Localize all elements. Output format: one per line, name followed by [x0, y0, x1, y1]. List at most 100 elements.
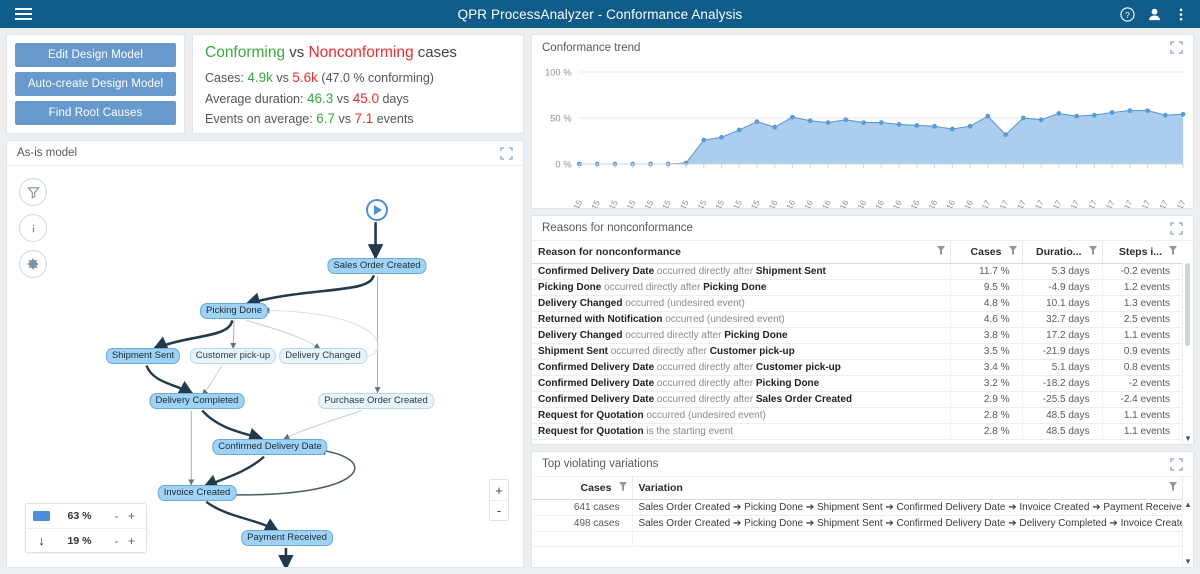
filter-icon[interactable]: [1088, 245, 1097, 258]
duration-unit: days: [382, 91, 409, 106]
table-row[interactable]: 641 cases Sales Order Created ➔ Picking D…: [532, 499, 1193, 516]
cell-steps: 2.5 events: [1102, 311, 1182, 328]
legend-edge-minus-button[interactable]: -: [109, 534, 124, 548]
column-header-variation[interactable]: Variation: [632, 477, 1183, 500]
conformance-summary-panel: Conforming vs Nonconforming cases Cases:…: [192, 34, 524, 134]
hamburger-icon[interactable]: [0, 8, 46, 20]
start-node[interactable]: [366, 199, 388, 221]
reasons-table-wrapper: Reason for nonconformance Cases Duratio.…: [532, 241, 1193, 444]
expand-icon[interactable]: [1170, 457, 1183, 471]
cases-label: Cases:: [205, 71, 244, 85]
cell-duration: 48.5 days: [1022, 407, 1103, 424]
scroll-up-arrow-icon[interactable]: ▲: [1184, 500, 1192, 509]
filter-icon[interactable]: [1168, 481, 1177, 494]
node-delivery-completed[interactable]: Delivery Completed: [149, 393, 245, 409]
conformance-trend-plot[interactable]: 0 %50 %100 %02/201503/201504/201505/2015…: [532, 60, 1193, 208]
column-header-duration[interactable]: Duratio...: [1022, 241, 1103, 264]
auto-create-design-model-button[interactable]: Auto-create Design Model: [15, 72, 176, 96]
variations-scrollbar[interactable]: ▲ ▼: [1182, 499, 1193, 567]
column-label-cases: Cases: [970, 245, 1002, 258]
help-circle-icon[interactable]: ?: [1119, 6, 1135, 22]
node-sales-order-created[interactable]: Sales Order Created: [327, 258, 427, 274]
node-shipment-sent[interactable]: Shipment Sent: [105, 348, 181, 364]
scroll-thumb[interactable]: [1185, 263, 1190, 347]
zoom-out-button[interactable]: -: [490, 500, 508, 520]
cell-var-cases: 641 cases: [532, 499, 633, 516]
cell-cases: 3.5 %: [950, 343, 1023, 360]
column-header-reason[interactable]: Reason for nonconformance: [532, 241, 951, 264]
table-row[interactable]: Request for Quotation is the starting ev…: [532, 423, 1193, 440]
node-customer-pick-up[interactable]: Customer pick-up: [189, 348, 277, 364]
cell-steps: -2.4 events: [1102, 391, 1182, 408]
reasons-scrollbar[interactable]: ▲ ▼: [1182, 263, 1193, 444]
filter-icon[interactable]: [936, 245, 945, 258]
table-row[interactable]: Delivery Changed occurred directly after…: [532, 327, 1193, 344]
node-purchase-order-created[interactable]: Purchase Order Created: [318, 393, 434, 409]
cell-reason: Confirmed Delivery Date occurred directl…: [532, 375, 951, 392]
model-tool-strip: [19, 178, 47, 278]
column-header-var-cases[interactable]: Cases: [532, 477, 633, 500]
events-label: Events on average:: [205, 112, 313, 126]
info-icon[interactable]: [19, 214, 47, 242]
cell-steps: 1.1 events: [1102, 327, 1182, 344]
as-is-model-title: As-is model: [17, 147, 78, 159]
table-row[interactable]: Shipment Sent occurred directly after Cu…: [532, 343, 1193, 360]
table-row[interactable]: [532, 531, 1193, 547]
legend-edge-plus-button[interactable]: +: [124, 534, 139, 548]
table-row[interactable]: Returned with Notification occurred (und…: [532, 311, 1193, 328]
filter-icon[interactable]: [618, 481, 627, 494]
expand-icon[interactable]: [1170, 41, 1183, 54]
table-row[interactable]: 498 cases Sales Order Created ➔ Picking D…: [532, 515, 1193, 532]
table-row[interactable]: Confirmed Delivery Date occurred directl…: [532, 263, 1193, 280]
cell-reason: Delivery Changed occurred directly after…: [532, 327, 951, 344]
events-nonconforming-value: 7.1: [354, 111, 374, 126]
zoom-in-button[interactable]: +: [490, 480, 508, 500]
node-delivery-changed[interactable]: Delivery Changed: [279, 348, 367, 364]
cell-steps: 0.9 events: [1102, 343, 1182, 360]
filter-icon[interactable]: [1008, 245, 1017, 258]
scroll-down-arrow-icon[interactable]: ▼: [1184, 557, 1192, 566]
node-picking-done[interactable]: Picking Done: [200, 303, 268, 319]
table-row[interactable]: Confirmed Delivery Date occurred directl…: [532, 391, 1193, 408]
edit-design-model-button[interactable]: Edit Design Model: [15, 43, 176, 67]
node-payment-received[interactable]: Payment Received: [241, 530, 333, 546]
legend-node-plus-button[interactable]: +: [124, 509, 139, 523]
table-row[interactable]: Picking Done occurred directly after Pic…: [532, 279, 1193, 296]
gear-icon[interactable]: [19, 250, 47, 278]
column-header-cases[interactable]: Cases: [950, 241, 1023, 264]
filter-icon[interactable]: [1169, 245, 1177, 258]
column-header-steps[interactable]: Steps i...: [1102, 241, 1182, 264]
kebab-menu-icon[interactable]: [1173, 6, 1189, 22]
cell-cases: 2.8 %: [950, 423, 1023, 440]
node-invoice-created[interactable]: Invoice Created: [157, 485, 237, 501]
cell-cases: 2.8 %: [950, 407, 1023, 424]
cell-steps: 1.1 events: [1102, 423, 1182, 440]
variations-title: Top violating variations: [542, 458, 659, 470]
find-root-causes-button[interactable]: Find Root Causes: [15, 101, 176, 125]
conformance-trend-title: Conformance trend: [542, 41, 641, 54]
user-icon[interactable]: [1146, 6, 1162, 22]
duration-label: Average duration:: [205, 91, 304, 106]
expand-icon[interactable]: [500, 146, 513, 160]
legend-node-minus-button[interactable]: -: [109, 509, 124, 523]
process-model-canvas[interactable]: Sales Order Created Picking Done Shipmen…: [7, 166, 523, 567]
table-row[interactable]: Delivery Changed occurred (undesired eve…: [532, 295, 1193, 312]
table-row[interactable]: Request for Quotation occurred (undesire…: [532, 407, 1193, 424]
legend-row-edges: ↓ 19 % - +: [26, 528, 146, 552]
filter-icon[interactable]: [19, 178, 47, 206]
cell-steps: -0.2 events: [1102, 263, 1182, 280]
table-row[interactable]: Confirmed Delivery Date occurred directl…: [532, 359, 1193, 376]
canvas-zoom-controls: + -: [489, 479, 509, 521]
scroll-down-arrow-icon[interactable]: ▼: [1184, 434, 1192, 443]
variations-table-body: 641 cases Sales Order Created ➔ Picking D…: [532, 499, 1193, 547]
summary-duration-line: Average duration: 46.3 vs 45.0 days: [205, 89, 511, 110]
column-label-variation: Variation: [638, 481, 683, 494]
table-row[interactable]: Confirmed Delivery Date occurred directl…: [532, 375, 1193, 392]
node-confirmed-delivery-date[interactable]: Confirmed Delivery Date: [212, 439, 328, 455]
duration-vs: vs: [336, 91, 350, 106]
arrow-down-icon: ↓: [38, 533, 45, 548]
expand-icon[interactable]: [1170, 221, 1183, 235]
cell-reason: Confirmed Delivery Date occurred directl…: [532, 359, 951, 376]
svg-text:100 %: 100 %: [545, 67, 572, 78]
svg-text:0 %: 0 %: [555, 159, 572, 170]
